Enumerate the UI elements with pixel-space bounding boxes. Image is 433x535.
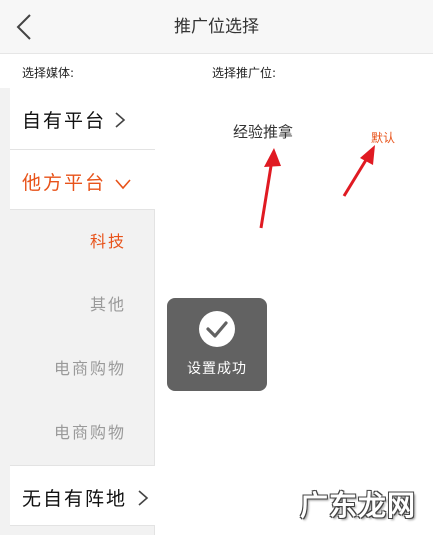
arrow-annotation xyxy=(342,145,375,197)
annotation-arrows xyxy=(259,145,375,229)
success-toast: 设置成功 xyxy=(167,298,267,391)
toast-message: 设置成功 xyxy=(187,361,247,377)
arrow-annotation xyxy=(259,148,281,229)
watermark: 广东龙网 xyxy=(300,489,417,522)
check-circle-icon xyxy=(199,311,235,347)
